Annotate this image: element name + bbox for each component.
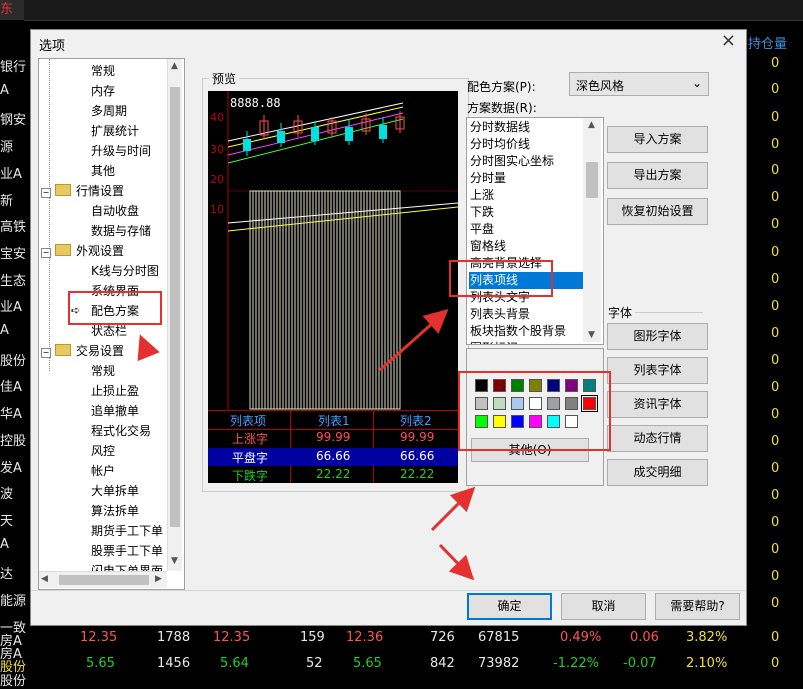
arrow-icon [137, 334, 160, 362]
arrow-icon [430, 486, 476, 532]
annotation-arrows [137, 309, 476, 581]
arrow-icon [438, 543, 475, 581]
arrow-icon [379, 309, 449, 372]
